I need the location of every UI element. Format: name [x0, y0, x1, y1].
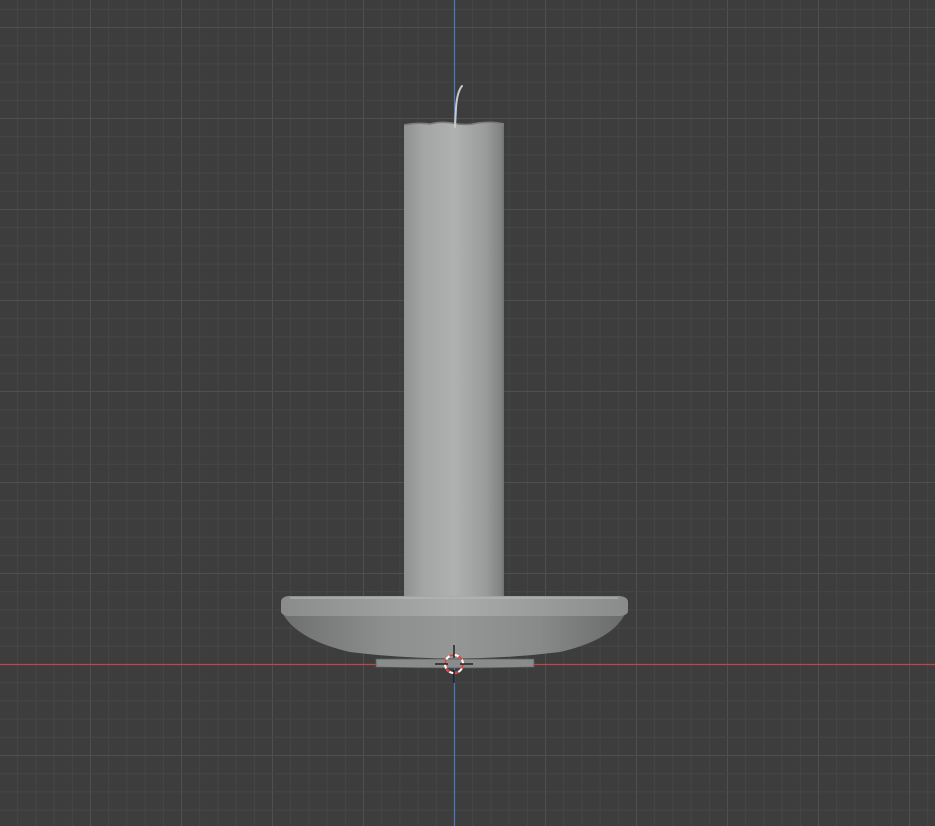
holder-foot [375, 658, 535, 669]
wick[interactable] [454, 85, 463, 128]
holder-rim [281, 596, 628, 616]
3d-viewport[interactable] [0, 0, 935, 826]
candle-body [404, 122, 504, 596]
candle[interactable] [403, 121, 505, 596]
